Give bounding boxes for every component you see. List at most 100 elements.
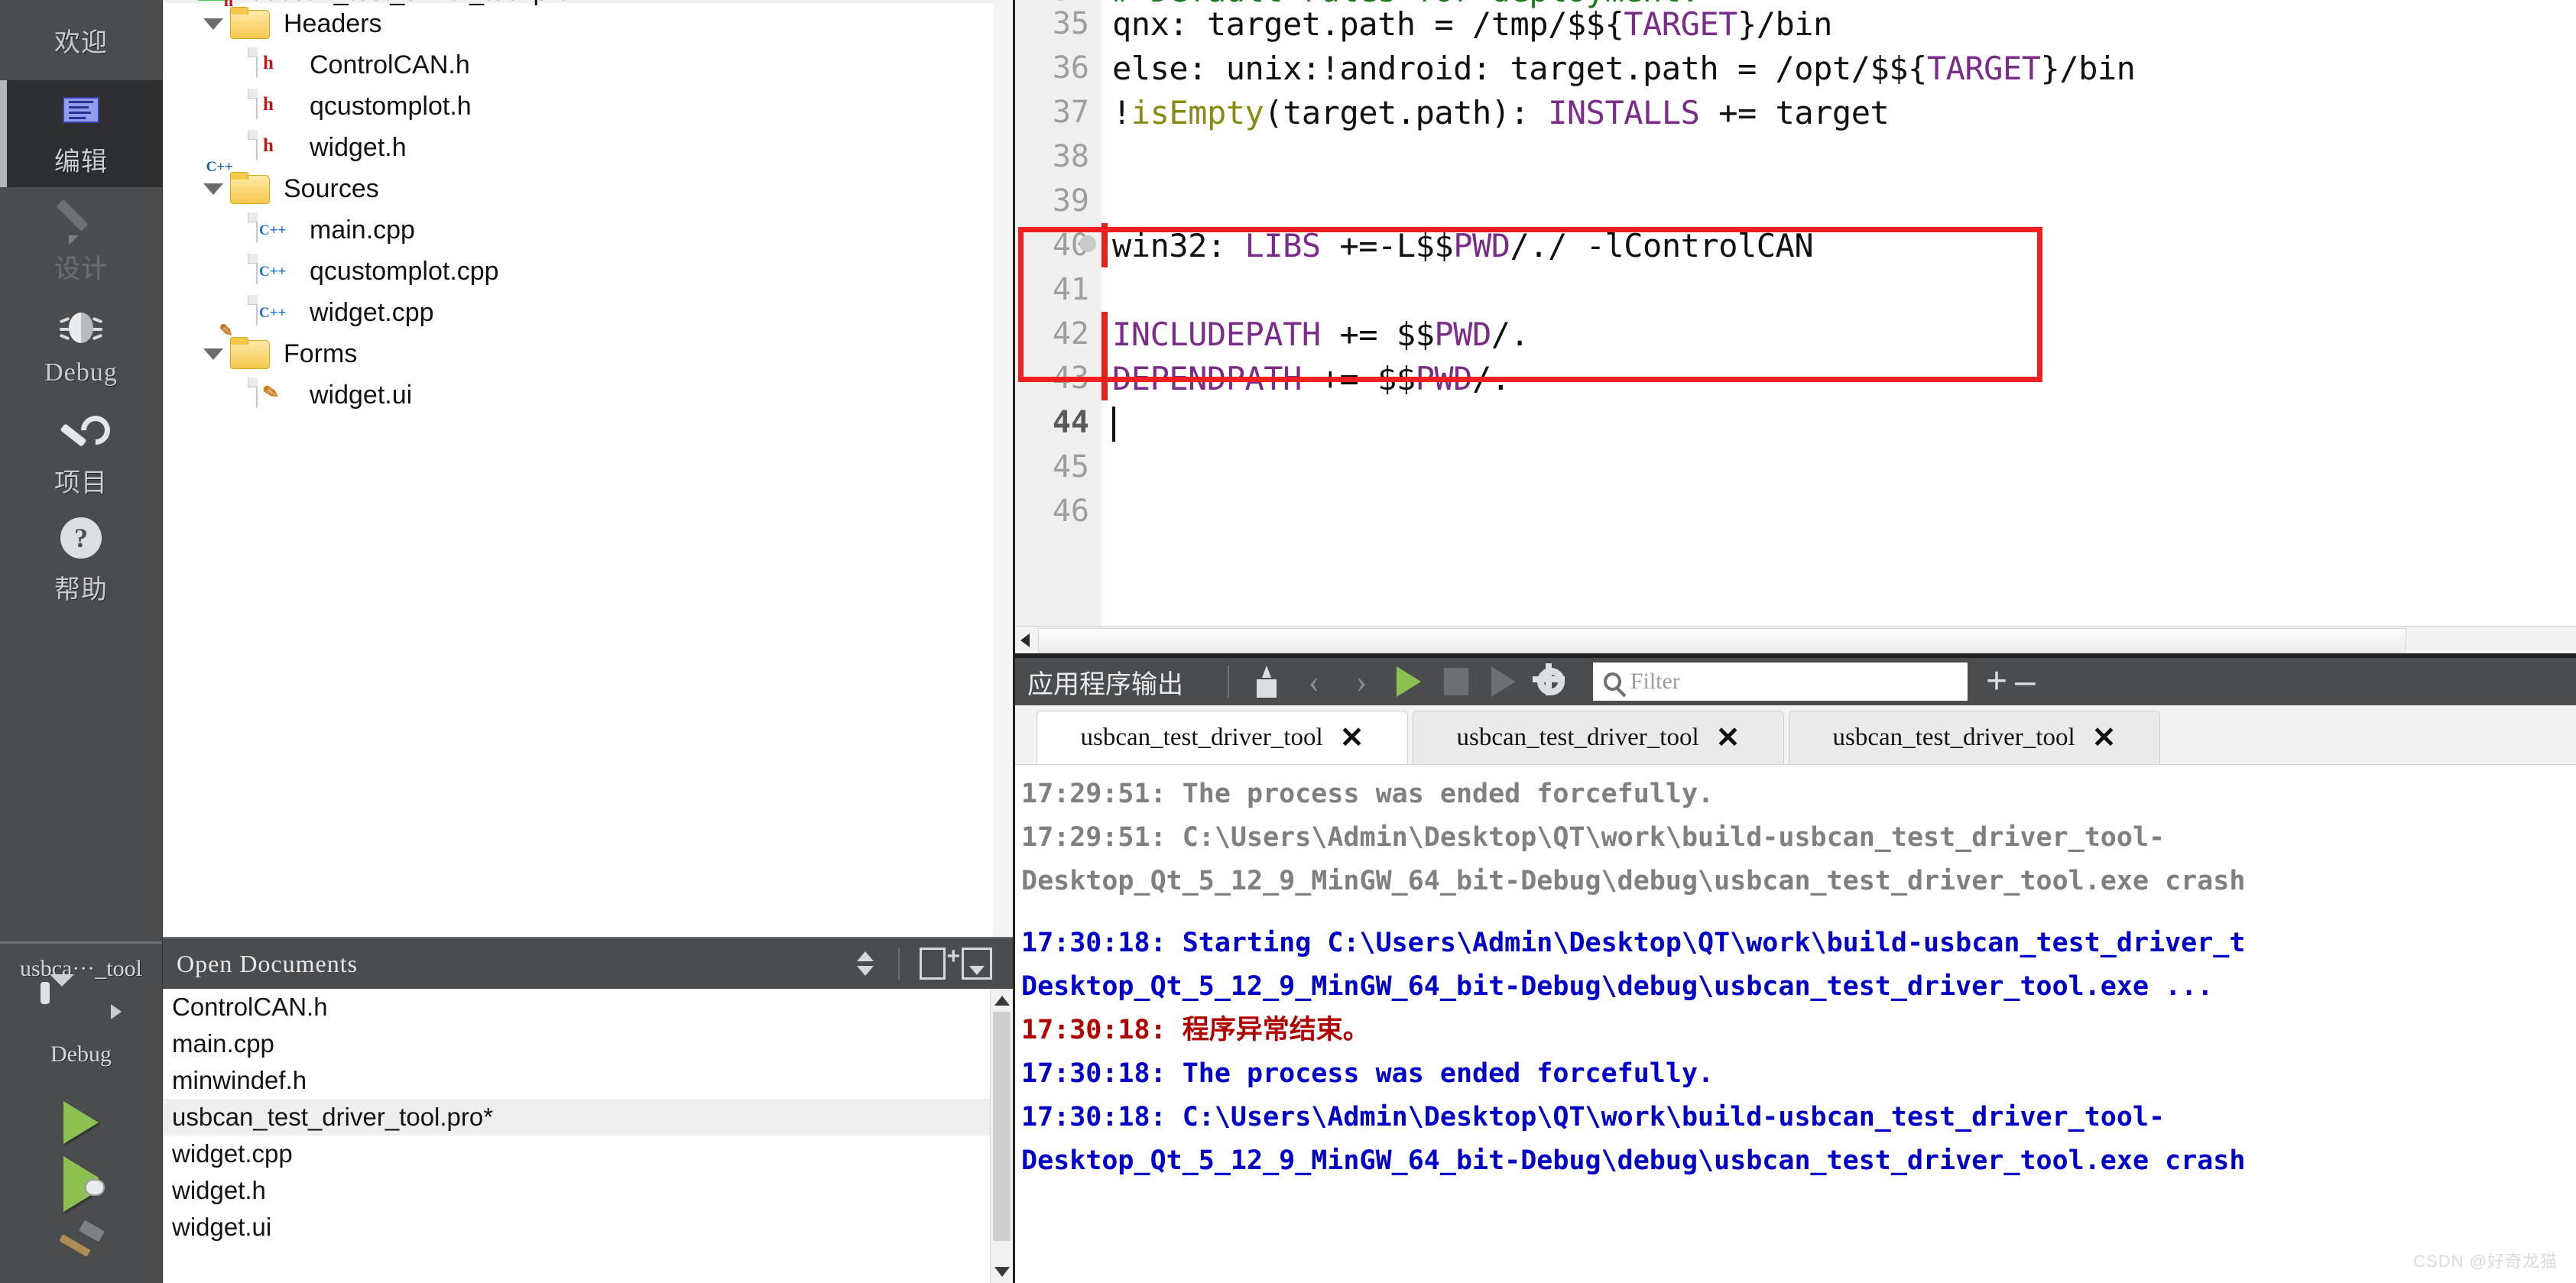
tree-row-widget-ui[interactable]: ✎ widget.ui: [163, 374, 1013, 416]
open-document-item[interactable]: widget.cpp: [163, 1136, 1013, 1172]
line-number: 35: [1015, 6, 1101, 41]
tree-row-forms[interactable]: ✎ Forms: [163, 333, 1013, 374]
tree-row-label: widget.h: [310, 133, 407, 163]
toolbar-divider: [898, 948, 900, 980]
close-icon[interactable]: ✕: [1716, 721, 1741, 755]
application-output-log[interactable]: 17:29:51: The process was ended forceful…: [1015, 765, 2576, 1283]
tree-row-sources[interactable]: C++ Sources: [163, 168, 1013, 209]
tree-row-widget-cpp[interactable]: C++ widget.cpp: [163, 292, 1013, 333]
left-dock: Qt usbcan_test_driver_tool.pro h Headers…: [163, 0, 1015, 1283]
tree-row-label: Headers: [284, 9, 382, 39]
scrollbar-thumb[interactable]: [1038, 628, 2406, 653]
mode-debug[interactable]: Debug: [0, 294, 162, 401]
close-icon[interactable]: ✕: [1340, 721, 1364, 755]
scroll-up-icon[interactable]: [991, 989, 1013, 1012]
output-tab[interactable]: usbcan_test_driver_tool ✕: [1789, 711, 2160, 764]
line-number: 43: [1015, 361, 1101, 396]
breakpoint-slot-icon[interactable]: [1079, 235, 1096, 252]
line-number: 38: [1015, 139, 1101, 174]
play-icon[interactable]: [63, 1101, 99, 1144]
line-number: 46: [1015, 494, 1101, 529]
output-tab-label: usbcan_test_driver_tool: [1457, 724, 1699, 752]
hammer-icon[interactable]: [59, 1225, 103, 1260]
rerun-icon[interactable]: [1480, 661, 1527, 702]
run-control-buttons: [0, 1075, 162, 1283]
increase-font-button[interactable]: +: [1986, 667, 2007, 696]
editor-horizontal-scrollbar[interactable]: [1015, 626, 2576, 653]
open-document-label: widget.h: [172, 1176, 266, 1205]
filter-input[interactable]: [1630, 669, 1957, 695]
open-document-label: widget.ui: [172, 1213, 271, 1242]
filter-field[interactable]: [1593, 663, 1968, 701]
output-tab[interactable]: usbcan_test_driver_tool ✕: [1413, 711, 1784, 764]
tree-row-main-cpp[interactable]: C++ main.cpp: [163, 209, 1013, 251]
code-editor[interactable]: 34 # Default rules for deployment. 35 qn…: [1015, 0, 2576, 653]
tree-row-headers[interactable]: h Headers: [163, 3, 1013, 44]
log-line: 17:29:51: The process was ended forceful…: [1021, 773, 2576, 816]
chevron-right-icon[interactable]: ›: [1338, 661, 1385, 702]
open-document-item-selected[interactable]: usbcan_test_driver_tool.pro*: [163, 1099, 1013, 1136]
folder-ui-icon: ✎: [230, 337, 273, 371]
open-document-item[interactable]: ControlCAN.h: [163, 989, 1013, 1025]
open-document-item[interactable]: minwindef.h: [163, 1062, 1013, 1099]
search-icon: [1604, 672, 1621, 691]
close-icon[interactable]: ✕: [2092, 721, 2117, 755]
play-icon[interactable]: [1385, 661, 1432, 702]
mode-projects[interactable]: 项目: [0, 401, 162, 508]
output-tab-label: usbcan_test_driver_tool: [1081, 724, 1323, 752]
change-marker: [1101, 356, 1108, 400]
editor-line-modified: 42 INCLUDEPATH += $$PWD/.: [1015, 312, 2576, 356]
stop-icon[interactable]: [1432, 661, 1480, 702]
file-ui-icon: ✎: [256, 378, 299, 412]
line-number: 42: [1015, 316, 1101, 352]
chevron-left-icon[interactable]: ‹: [1290, 661, 1338, 702]
line-text: !isEmpty(target.path): INSTALLS += targe…: [1101, 94, 1889, 131]
open-documents-scrollbar[interactable]: [990, 989, 1013, 1283]
tree-row-widget-h[interactable]: h widget.h: [163, 127, 1013, 168]
kit-selector[interactable]: usbca···_tool Debug: [0, 944, 162, 1075]
gear-icon[interactable]: [1527, 661, 1575, 702]
text-cursor: [1112, 407, 1115, 442]
line-text: DEPENDPATH += $$PWD/.: [1101, 360, 1510, 397]
line-text: [1101, 404, 1115, 442]
scroll-left-icon[interactable]: [1015, 627, 1035, 654]
mode-design[interactable]: 设计: [0, 187, 162, 294]
tree-row-label: widget.ui: [310, 381, 412, 410]
tree-row-qcustomplot-h[interactable]: h qcustomplot.h: [163, 86, 1013, 127]
sort-toggle-button[interactable]: [843, 944, 887, 983]
mode-help[interactable]: ? 帮助: [0, 508, 162, 615]
edit-icon: [57, 90, 105, 130]
split-editor-button[interactable]: [910, 944, 955, 983]
tree-row-controlcan-h[interactable]: h ControlCAN.h: [163, 44, 1013, 86]
project-tree-scrollbar[interactable]: [993, 0, 1013, 937]
output-tab[interactable]: usbcan_test_driver_tool ✕: [1037, 711, 1408, 764]
tree-row-qcustomplot-cpp[interactable]: C++ qcustomplot.cpp: [163, 251, 1013, 292]
scrollbar-track[interactable]: [1035, 627, 2576, 653]
play-bug-icon[interactable]: [63, 1178, 99, 1191]
editor-line: 41: [1015, 267, 2576, 312]
log-line: 17:30:18: 程序异常结束。: [1021, 1009, 2576, 1052]
log-line: 17:30:18: C:\Users\Admin\Desktop\QT\work…: [1021, 1096, 2576, 1139]
file-cpp-icon: C++: [256, 296, 299, 329]
file-cpp-icon: C++: [256, 254, 299, 288]
open-document-item[interactable]: widget.h: [163, 1172, 1013, 1209]
attach-icon[interactable]: [1243, 661, 1290, 702]
project-tree[interactable]: Qt usbcan_test_driver_tool.pro h Headers…: [163, 0, 1013, 938]
tree-row-label: qcustomplot.cpp: [310, 257, 499, 287]
open-document-item[interactable]: widget.ui: [163, 1209, 1013, 1246]
open-documents-list[interactable]: ControlCAN.h main.cpp minwindef.h usbcan…: [163, 989, 1013, 1283]
open-document-item[interactable]: main.cpp: [163, 1025, 1013, 1062]
editor-options-button[interactable]: [955, 944, 999, 983]
mode-projects-label: 项目: [54, 462, 108, 499]
scrollbar-thumb[interactable]: [993, 1012, 1011, 1241]
mode-edit[interactable]: 编辑: [0, 80, 162, 187]
editor-line: 46: [1015, 489, 2576, 533]
editor-line-modified: 40 win32: LIBS +=-L$$PWD/./ -lControlCAN: [1015, 223, 2576, 267]
scroll-down-icon[interactable]: [991, 1260, 1013, 1283]
tree-twisty-sources[interactable]: [196, 183, 230, 195]
mode-welcome[interactable]: 欢迎: [0, 0, 162, 80]
output-tabs: usbcan_test_driver_tool ✕ usbcan_test_dr…: [1015, 705, 2576, 765]
tree-twisty-forms[interactable]: [196, 348, 230, 360]
tree-twisty-headers[interactable]: [196, 18, 230, 30]
decrease-font-button[interactable]: –: [2015, 667, 2036, 696]
